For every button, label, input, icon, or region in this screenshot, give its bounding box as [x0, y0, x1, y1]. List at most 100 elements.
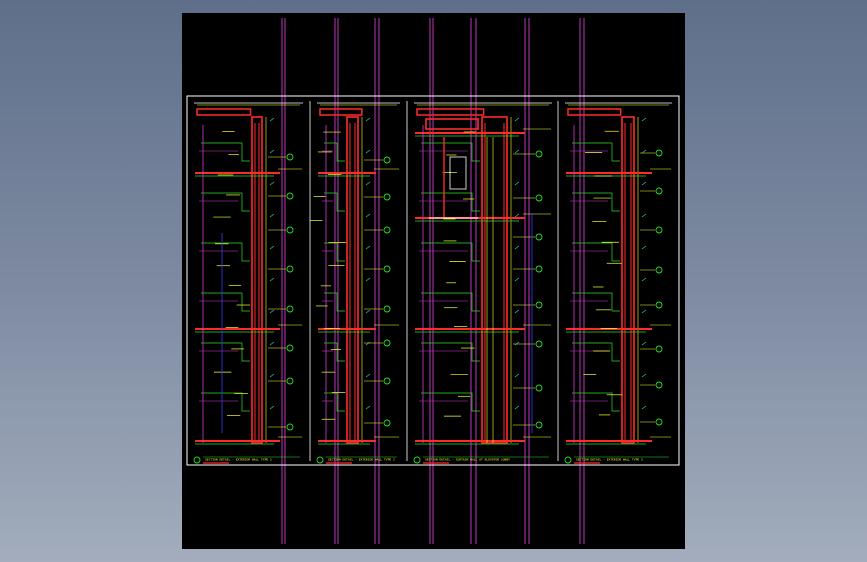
- dimension-tick: [365, 149, 371, 154]
- dimension-tick: [641, 117, 647, 122]
- furring-detail: [572, 292, 620, 312]
- roof-parapet: [196, 108, 252, 116]
- dimension-tick: [641, 149, 647, 154]
- dimension-tick: [641, 341, 647, 346]
- dimension-tick: [269, 117, 275, 122]
- exterior-wall: [621, 116, 635, 444]
- callout-bubble: [535, 150, 543, 158]
- callout-bubble: [286, 153, 294, 161]
- detail-number-bubble: [413, 456, 421, 464]
- dimension-tick: [514, 341, 520, 346]
- roof-parapet: [567, 108, 622, 116]
- dimension-tick: [365, 309, 371, 314]
- furring-detail: [324, 192, 345, 212]
- callout-bubble: [535, 233, 543, 241]
- detail-caption: SECTION DETAIL - EXTERIOR WALL TYPE 3: [576, 458, 643, 462]
- callout-bubble: [535, 265, 543, 273]
- dimension-tick: [269, 341, 275, 346]
- callout-bubble: [535, 384, 543, 392]
- dimension-tick: [365, 117, 371, 122]
- exterior-wall: [346, 116, 359, 444]
- elevator-header-beam: [425, 118, 479, 130]
- detail-caption: SECTION DETAIL - EXTERIOR WALL TYPE 1: [205, 458, 272, 462]
- dimension-tick: [641, 213, 647, 218]
- dimension-tick: [514, 309, 520, 314]
- section-panel-d: SECTION DETAIL - EXTERIOR WALL TYPE 3: [557, 101, 672, 464]
- furring-detail: [201, 142, 250, 162]
- detail-caption: SECTION DETAIL - CURTAIN WALL AT ELEVATO…: [425, 458, 510, 462]
- dimension-tick: [641, 373, 647, 378]
- callout-bubble: [286, 377, 294, 385]
- dimension-tick: [269, 277, 275, 282]
- furring-detail: [201, 292, 250, 312]
- dimension-tick: [269, 149, 275, 154]
- exterior-wall: [251, 116, 263, 444]
- furring-detail: [572, 142, 620, 162]
- callout-bubble: [383, 156, 391, 164]
- callout-bubble: [535, 421, 543, 429]
- detail-number-bubble: [564, 456, 572, 464]
- callout-bubble: [535, 194, 543, 202]
- dimension-tick: [365, 373, 371, 378]
- dimension-tick: [365, 213, 371, 218]
- callout-bubble: [286, 226, 294, 234]
- detail-caption: SECTION DETAIL - EXTERIOR WALL TYPE 2: [328, 458, 395, 462]
- dimension-tick: [514, 181, 520, 186]
- furring-detail: [324, 242, 345, 262]
- dimension-tick: [641, 245, 647, 250]
- section-panel-a: SECTION DETAIL - EXTERIOR WALL TYPE 1: [193, 102, 303, 464]
- callout-bubble: [383, 305, 391, 313]
- cad-drawing-viewport[interactable]: SECTION DETAIL - EXTERIOR WALL TYPE 1 SEC…: [182, 13, 685, 549]
- dimension-tick: [269, 245, 275, 250]
- dimension-tick: [514, 213, 520, 218]
- dimension-tick: [514, 405, 520, 410]
- callout-bubble: [655, 187, 663, 195]
- callout-bubble: [286, 423, 294, 431]
- dimension-tick: [514, 245, 520, 250]
- callout-bubble: [655, 381, 663, 389]
- furring-detail: [201, 392, 250, 412]
- dimension-tick: [269, 309, 275, 314]
- dimension-tick: [514, 149, 520, 154]
- dimension-tick: [514, 117, 520, 122]
- furring-detail: [324, 342, 345, 362]
- furring-detail: [324, 392, 345, 412]
- callout-bubble: [383, 377, 391, 385]
- dimension-tick: [269, 213, 275, 218]
- furring-detail: [201, 242, 250, 262]
- dimension-tick: [641, 309, 647, 314]
- section-panel-c: SECTION DETAIL - CURTAIN WALL AT ELEVATO…: [406, 101, 552, 464]
- dimension-tick: [514, 277, 520, 282]
- callout-bubble: [655, 418, 663, 426]
- furring-detail: [201, 192, 250, 212]
- furring-detail: [572, 392, 620, 412]
- callout-bubble: [655, 345, 663, 353]
- callout-bubble: [286, 192, 294, 200]
- callout-bubble: [383, 193, 391, 201]
- furring-detail: [572, 242, 620, 262]
- furring-detail: [572, 192, 620, 212]
- callout-bubble: [383, 226, 391, 234]
- cad-drawing: SECTION DETAIL - EXTERIOR WALL TYPE 1 SEC…: [186, 18, 680, 544]
- callout-bubble: [286, 344, 294, 352]
- furring-detail: [201, 342, 250, 362]
- callout-bubble: [286, 305, 294, 313]
- callout-bubble: [383, 265, 391, 273]
- furring-detail: [572, 342, 620, 362]
- callout-bubble: [655, 149, 663, 157]
- dimension-tick: [365, 405, 371, 410]
- panel-c-elevator-detail: [425, 118, 494, 443]
- callout-bubble: [655, 301, 663, 309]
- dimension-tick: [641, 405, 647, 410]
- callout-bubble: [286, 265, 294, 273]
- dimension-tick: [269, 373, 275, 378]
- callout-bubble: [383, 419, 391, 427]
- dimension-tick: [365, 245, 371, 250]
- detail-number-bubble: [193, 456, 201, 464]
- dimension-tick: [514, 373, 520, 378]
- callout-bubble: [535, 301, 543, 309]
- dimension-tick: [641, 181, 647, 186]
- dimension-tick: [269, 181, 275, 186]
- dimension-tick: [641, 277, 647, 282]
- dimension-tick: [365, 277, 371, 282]
